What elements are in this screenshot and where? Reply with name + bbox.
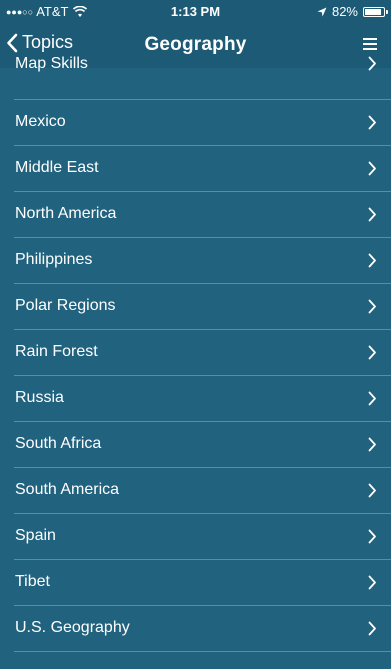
list-item[interactable]: Mexico <box>14 100 391 146</box>
list-item-label: North America <box>15 205 117 222</box>
topic-list: Map Skills Mexico Middle East North Amer… <box>0 54 391 652</box>
status-bar: ●●●○○ AT&T 1:13 PM 82% <box>0 0 391 24</box>
page-title: Geography <box>144 34 247 55</box>
list-item[interactable]: Spain <box>14 514 391 560</box>
chevron-right-icon <box>368 253 376 268</box>
list-item-label: South Africa <box>15 435 102 452</box>
list-item[interactable]: Middle East <box>14 146 391 192</box>
chevron-right-icon <box>368 621 376 636</box>
list-item-label: Russia <box>15 389 64 406</box>
list-item[interactable]: South Africa <box>14 422 391 468</box>
list-item[interactable]: Rain Forest <box>14 330 391 376</box>
status-right: 82% <box>317 4 388 19</box>
battery-icon <box>363 6 388 17</box>
list-item-label: Polar Regions <box>15 297 116 314</box>
list-item-label: South America <box>15 481 120 498</box>
chevron-right-icon <box>368 575 376 590</box>
chevron-right-icon <box>368 115 376 130</box>
list-item-label: Mexico <box>15 113 66 130</box>
list-item[interactable]: Map Skills <box>14 54 391 100</box>
battery-fill <box>365 8 382 15</box>
chevron-right-icon <box>368 345 376 360</box>
list-item[interactable]: Polar Regions <box>14 284 391 330</box>
chevron-right-icon <box>368 56 376 71</box>
chevron-right-icon <box>368 483 376 498</box>
list-item[interactable]: North America <box>14 192 391 238</box>
list-item-label: Map Skills <box>15 55 88 72</box>
list-item-label: Philippines <box>15 251 93 268</box>
list-item[interactable]: U.S. Geography <box>14 606 391 652</box>
list-item-label: Spain <box>15 527 56 544</box>
list-item-label: Tibet <box>15 573 50 590</box>
list-item[interactable]: Tibet <box>14 560 391 606</box>
chevron-right-icon <box>368 391 376 406</box>
battery-percent: 82% <box>331 4 358 19</box>
chevron-right-icon <box>368 299 376 314</box>
chevron-right-icon <box>368 161 376 176</box>
list-item[interactable]: South America <box>14 468 391 514</box>
location-arrow-icon <box>317 7 327 16</box>
chevron-right-icon <box>368 437 376 452</box>
list-item[interactable]: Philippines <box>14 238 391 284</box>
list-item[interactable]: Russia <box>14 376 391 422</box>
list-item-label: U.S. Geography <box>15 619 130 636</box>
chevron-right-icon <box>368 529 376 544</box>
list-item-label: Middle East <box>15 159 99 176</box>
chevron-right-icon <box>368 207 376 222</box>
hamburger-menu-icon[interactable] <box>363 38 377 52</box>
list-item-label: Rain Forest <box>15 343 98 360</box>
